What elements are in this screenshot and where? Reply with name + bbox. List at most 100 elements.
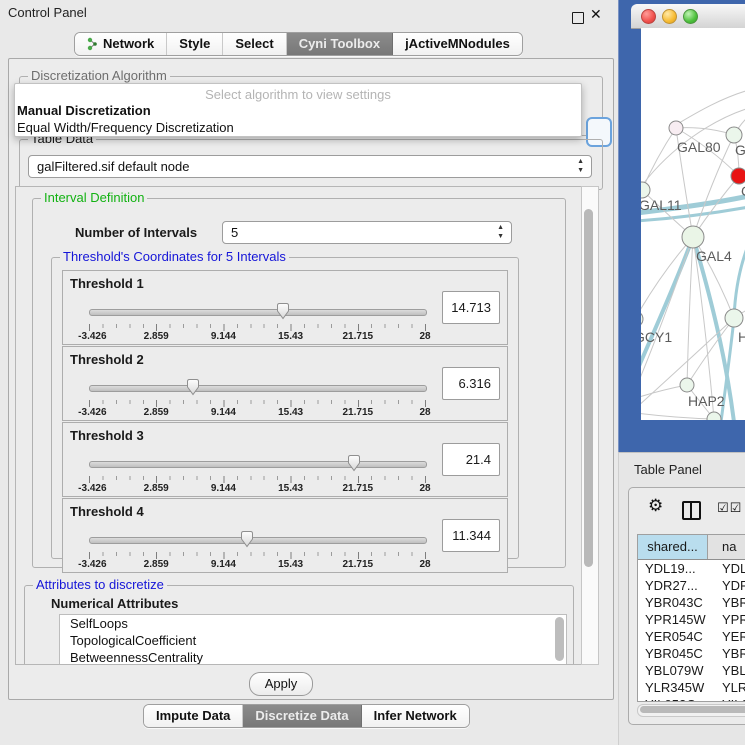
threshold-3-block: Threshold 3 -3.4262.8599.14415.4321.7152…	[62, 422, 508, 497]
thresholds-group: Threshold's Coordinates for 5 Intervals …	[51, 257, 519, 559]
table-panel-title: Table Panel	[634, 462, 702, 477]
screen: Control Panel ✕ Network Style Select Cyn…	[0, 0, 745, 745]
algorithm-placeholder-option[interactable]: Select algorithm to view settings	[15, 84, 581, 102]
network-canvas: GAL80GACGAL11GAL4GCY1HHAP2	[641, 28, 745, 420]
threshold-4-slider[interactable]	[89, 537, 427, 544]
table-row[interactable]: YDL19...YDL1	[638, 560, 745, 577]
main-vertical-scrollbar[interactable]	[581, 186, 599, 665]
threshold-3-label: Threshold 3	[70, 428, 144, 443]
slider-scale-labels: -3.4262.8599.14415.4321.71528	[89, 407, 425, 418]
table-row[interactable]: YDR27...YDR2	[638, 577, 745, 594]
table-panel-subwindow: ⚙ ☑☑ shared... na YDL19...YDL1 YDR27...Y…	[628, 487, 745, 725]
table-row[interactable]: YLR345WYLR3	[638, 679, 745, 696]
table-row[interactable]: YBR043CYBR0	[638, 594, 745, 611]
table-row[interactable]: YPR145WYPR1	[638, 611, 745, 628]
table-header-row: shared... na	[638, 535, 745, 560]
list-item[interactable]: TopologicalCoefficient	[60, 632, 566, 649]
tab-cyni-toolbox[interactable]: Cyni Toolbox	[287, 33, 393, 55]
threshold-1-label: Threshold 1	[70, 276, 144, 291]
network-node[interactable]	[731, 168, 745, 184]
table-row[interactable]: YBR045CYBR0	[638, 645, 745, 662]
threshold-4-label: Threshold 4	[70, 504, 144, 519]
slider-scale-labels: -3.4262.8599.14415.4321.71528	[89, 331, 425, 342]
slider-scale-labels: -3.4262.8599.14415.4321.71528	[89, 559, 425, 570]
network-node[interactable]	[680, 378, 694, 392]
option-manual-discretization[interactable]: Manual Discretization	[15, 102, 581, 119]
scrollbar-thumb[interactable]	[584, 209, 593, 567]
control-panel-window: Control Panel ✕ Network Style Select Cyn…	[0, 0, 618, 745]
tab-impute-data[interactable]: Impute Data	[144, 705, 243, 727]
slider-scale-labels: -3.4262.8599.14415.4321.71528	[89, 483, 425, 494]
gear-icon[interactable]: ⚙	[648, 496, 663, 516]
tab-discretize-data[interactable]: Discretize Data	[243, 705, 361, 727]
threshold-3-value-field[interactable]: 21.4	[442, 443, 500, 476]
network-node-label: GAL80	[677, 139, 721, 155]
window-close-icon[interactable]	[641, 9, 656, 24]
column-header-shared-name[interactable]: shared...	[638, 535, 708, 559]
list-item[interactable]: SelfLoops	[60, 615, 566, 632]
threshold-3-slider[interactable]	[89, 461, 427, 468]
network-node[interactable]	[725, 309, 743, 327]
network-node[interactable]	[669, 121, 683, 135]
right-column: GAL80GACGAL11GAL4GCY1HHAP2 Table Panel ⚙…	[618, 0, 745, 745]
select-columns-checkboxes-icon[interactable]: ☑☑	[717, 500, 742, 516]
threshold-2-value-field[interactable]: 6.316	[442, 367, 500, 400]
threshold-2-slider[interactable]	[89, 385, 427, 392]
network-node[interactable]	[641, 182, 650, 198]
table-row[interactable]: YIL052CYIL0	[638, 696, 745, 702]
cyni-toolbox-panel: Discretization Algorithm Select algorith…	[8, 58, 614, 700]
scrollbar-thumb[interactable]	[640, 706, 745, 713]
list-item[interactable]: BetweennessCentrality	[60, 649, 566, 665]
tab-select[interactable]: Select	[223, 33, 286, 55]
interval-definition-title: Interval Definition	[41, 190, 147, 205]
network-node[interactable]	[726, 127, 742, 143]
numerical-attributes-label: Numerical Attributes	[51, 596, 178, 611]
threshold-3-slider-thumb[interactable]	[347, 454, 362, 472]
window-minimize-icon[interactable]	[662, 9, 677, 24]
threshold-1-slider-thumb[interactable]	[275, 302, 290, 320]
network-node-label: H	[738, 329, 745, 345]
table-row[interactable]: YBL079WYBL0	[638, 662, 745, 679]
network-view-window: GAL80GACGAL11GAL4GCY1HHAP2	[631, 4, 745, 420]
threshold-1-slider[interactable]	[89, 309, 427, 316]
tab-style[interactable]: Style	[167, 33, 223, 55]
apply-button[interactable]: Apply	[249, 672, 313, 696]
top-tab-bar: Network Style Select Cyni Toolbox jActiv…	[74, 32, 523, 56]
columns-icon[interactable]	[682, 501, 701, 520]
table-horizontal-scrollbar[interactable]	[637, 704, 745, 717]
threshold-4-block: Threshold 4 -3.4262.8599.14415.4321.7152…	[62, 498, 508, 573]
network-node[interactable]	[641, 311, 643, 327]
threshold-2-slider-thumb[interactable]	[186, 378, 201, 396]
attributes-list-scrollbar[interactable]	[555, 617, 564, 661]
float-window-icon[interactable]	[572, 12, 584, 24]
threshold-4-slider-thumb[interactable]	[239, 530, 254, 548]
window-zoom-icon[interactable]	[683, 9, 698, 24]
network-node[interactable]	[682, 226, 704, 248]
network-window-titlebar[interactable]	[631, 4, 745, 29]
tab-network[interactable]: Network	[75, 33, 167, 55]
table-row[interactable]: YER054CYER0	[638, 628, 745, 645]
threshold-1-value-field[interactable]: 14.713	[442, 291, 500, 324]
slider-ticks	[89, 324, 426, 331]
threshold-4-value-field[interactable]: 11.344	[442, 519, 500, 552]
tab-jactivemnodules[interactable]: jActiveMNodules	[393, 33, 522, 55]
table-data-combobox[interactable]: galFiltered.sif default node ▲▼	[28, 155, 592, 178]
combobox-arrows-icon: ▲▼	[497, 223, 504, 241]
threshold-1-block: Threshold 1 -3.4262.8599.14415.4321.7152…	[62, 270, 508, 345]
network-node-label: GAL4	[696, 248, 732, 264]
table-panel: Table Panel ⚙ ☑☑ shared... na YDL19...YD…	[618, 452, 745, 745]
column-header-name[interactable]: na	[708, 535, 745, 559]
number-of-intervals-combobox[interactable]: 5 ▲▼	[222, 221, 512, 244]
network-node-label: GA	[735, 142, 745, 158]
threshold-2-block: Threshold 2 -3.4262.8599.14415.4321.7152…	[62, 346, 508, 421]
slider-ticks	[89, 400, 426, 407]
attributes-group: Attributes to discretize Numerical Attri…	[24, 585, 574, 665]
network-canvas-area[interactable]: GAL80GACGAL11GAL4GCY1HHAP2	[641, 28, 745, 420]
network-desktop: GAL80GACGAL11GAL4GCY1HHAP2	[618, 0, 745, 452]
tab-infer-network[interactable]: Infer Network	[362, 705, 469, 727]
numerical-attributes-list[interactable]: SelfLoops TopologicalCoefficient Between…	[59, 614, 567, 665]
close-icon[interactable]: ✕	[590, 6, 602, 23]
network-node-label: GAL11	[641, 197, 682, 213]
slider-ticks	[89, 552, 426, 559]
option-equal-width-frequency[interactable]: Equal Width/Frequency Discretization	[15, 119, 581, 136]
